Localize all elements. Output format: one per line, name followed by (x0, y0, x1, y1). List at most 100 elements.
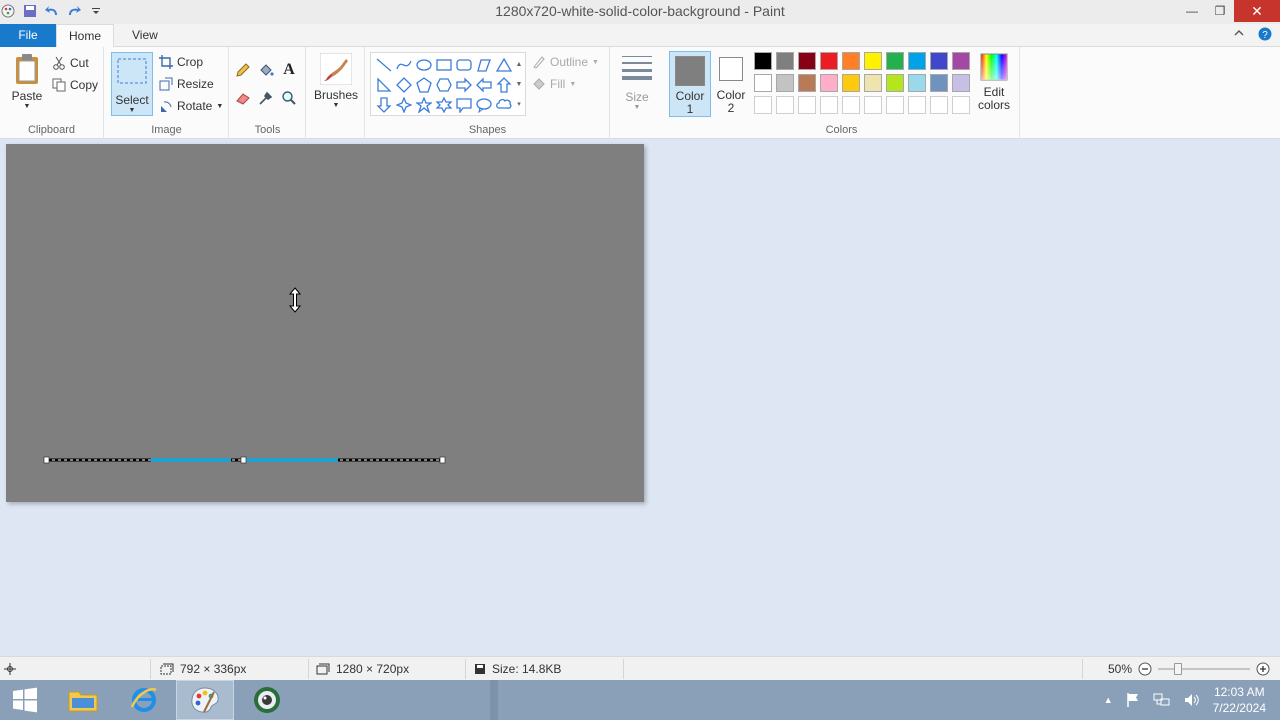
color-picker-icon[interactable] (257, 89, 275, 107)
start-button[interactable] (0, 680, 50, 720)
rectangular-callout-shape-icon[interactable] (455, 96, 473, 114)
right-triangle-shape-icon[interactable] (375, 76, 393, 94)
tab-home[interactable]: Home (56, 24, 114, 48)
rounded-rectangle-shape-icon[interactable] (455, 56, 473, 74)
zoom-out-icon[interactable] (1138, 662, 1152, 676)
palette-swatch[interactable] (930, 52, 948, 70)
clock[interactable]: 12:03 AM 7/22/2024 (1213, 684, 1266, 716)
paint-palette-icon (191, 687, 219, 713)
paint-taskbar-button[interactable] (176, 680, 234, 720)
palette-swatch[interactable] (754, 52, 772, 70)
palette-swatch[interactable] (776, 52, 794, 70)
show-hidden-icons-icon[interactable]: ▲ (1104, 695, 1113, 705)
help-icon[interactable]: ? (1258, 27, 1272, 44)
file-explorer-taskbar-button[interactable] (54, 680, 112, 720)
zoom-slider[interactable] (1158, 662, 1251, 676)
palette-swatch[interactable] (754, 96, 772, 114)
palette-swatch[interactable] (952, 52, 970, 70)
rotate-button[interactable]: Rotate ▼ (159, 96, 223, 116)
selection-rectangle[interactable] (6, 144, 644, 502)
six-point-star-shape-icon[interactable] (435, 96, 453, 114)
palette-swatch[interactable] (908, 96, 926, 114)
clipboard-group-label: Clipboard (27, 124, 76, 136)
cloud-callout-shape-icon[interactable] (495, 96, 513, 114)
five-point-star-shape-icon[interactable] (415, 96, 433, 114)
size-button[interactable]: Size ▼ (617, 53, 657, 112)
pencil-icon[interactable] (234, 61, 252, 79)
palette-swatch[interactable] (864, 74, 882, 92)
outline-button[interactable]: Outline ▼ (532, 52, 599, 72)
media-app-taskbar-button[interactable] (238, 680, 296, 720)
line-shape-icon[interactable] (375, 56, 393, 74)
curve-shape-icon[interactable] (395, 56, 413, 74)
workspace[interactable] (0, 139, 1280, 656)
palette-swatch[interactable] (776, 96, 794, 114)
palette-swatch[interactable] (952, 74, 970, 92)
drawing-canvas[interactable] (6, 144, 644, 502)
magnifier-icon[interactable] (280, 89, 298, 107)
zoom-slider-thumb[interactable] (1174, 663, 1183, 675)
minimize-ribbon-icon[interactable] (1234, 27, 1244, 44)
diamond-shape-icon[interactable] (395, 76, 413, 94)
palette-swatch[interactable] (952, 96, 970, 114)
palette-swatch[interactable] (820, 52, 838, 70)
edit-colors-button[interactable]: Edit colors (974, 53, 1014, 112)
palette-swatch[interactable] (798, 74, 816, 92)
palette-swatch[interactable] (798, 52, 816, 70)
palette-swatch[interactable] (908, 52, 926, 70)
color1-button[interactable]: Color 1 (669, 51, 711, 117)
palette-swatch[interactable] (886, 74, 904, 92)
resize-button[interactable]: Resize (159, 74, 214, 94)
palette-swatch[interactable] (754, 74, 772, 92)
action-center-flag-icon[interactable] (1125, 692, 1141, 708)
polygon-shape-icon[interactable] (475, 56, 493, 74)
oval-shape-icon[interactable] (415, 56, 433, 74)
tab-file[interactable]: File (0, 24, 56, 47)
image-size-text: 1280 × 720px (336, 662, 410, 676)
palette-swatch[interactable] (864, 52, 882, 70)
down-arrow-shape-icon[interactable] (375, 96, 393, 114)
palette-swatch[interactable] (842, 74, 860, 92)
paste-button[interactable]: Paste ▼ (6, 53, 48, 111)
palette-swatch[interactable] (798, 96, 816, 114)
fill-button[interactable]: Fill ▼ (532, 74, 576, 94)
palette-swatch[interactable] (908, 74, 926, 92)
up-arrow-shape-icon[interactable] (495, 76, 513, 94)
palette-swatch[interactable] (864, 96, 882, 114)
right-arrow-shape-icon[interactable] (455, 76, 473, 94)
oval-callout-shape-icon[interactable] (475, 96, 493, 114)
restore-button[interactable]: ❐ (1206, 0, 1234, 22)
zoom-in-icon[interactable] (1256, 662, 1270, 676)
palette-swatch[interactable] (930, 74, 948, 92)
palette-swatch[interactable] (820, 96, 838, 114)
triangle-shape-icon[interactable] (495, 56, 513, 74)
pentagon-shape-icon[interactable] (415, 76, 433, 94)
hexagon-shape-icon[interactable] (435, 76, 453, 94)
fill-bucket-icon[interactable] (257, 61, 275, 79)
shapes-scroll[interactable]: ▲ ▼ ▾ (514, 55, 524, 115)
palette-swatch[interactable] (776, 74, 794, 92)
palette-swatch[interactable] (842, 96, 860, 114)
palette-swatch[interactable] (820, 74, 838, 92)
copy-button[interactable]: Copy (52, 75, 98, 95)
crop-button[interactable]: Crop (159, 52, 203, 72)
rectangle-shape-icon[interactable] (435, 56, 453, 74)
tab-view[interactable]: View (118, 24, 172, 47)
text-tool-icon[interactable]: A (280, 61, 298, 79)
left-arrow-shape-icon[interactable] (475, 76, 493, 94)
palette-swatch[interactable] (930, 96, 948, 114)
network-icon[interactable] (1153, 692, 1171, 708)
four-point-star-shape-icon[interactable] (395, 96, 413, 114)
palette-swatch[interactable] (886, 52, 904, 70)
cut-button[interactable]: Cut (52, 53, 89, 73)
close-button[interactable]: ✕ (1234, 0, 1280, 22)
color2-button[interactable]: Color 2 (713, 51, 749, 115)
palette-swatch[interactable] (886, 96, 904, 114)
palette-swatch[interactable] (842, 52, 860, 70)
internet-explorer-taskbar-button[interactable] (115, 680, 173, 720)
minimize-button[interactable]: — (1178, 0, 1206, 22)
eraser-icon[interactable] (234, 89, 252, 107)
volume-icon[interactable] (1183, 692, 1201, 708)
select-button[interactable]: Select ▼ (111, 52, 153, 116)
brushes-button[interactable]: Brushes ▼ (313, 52, 359, 110)
